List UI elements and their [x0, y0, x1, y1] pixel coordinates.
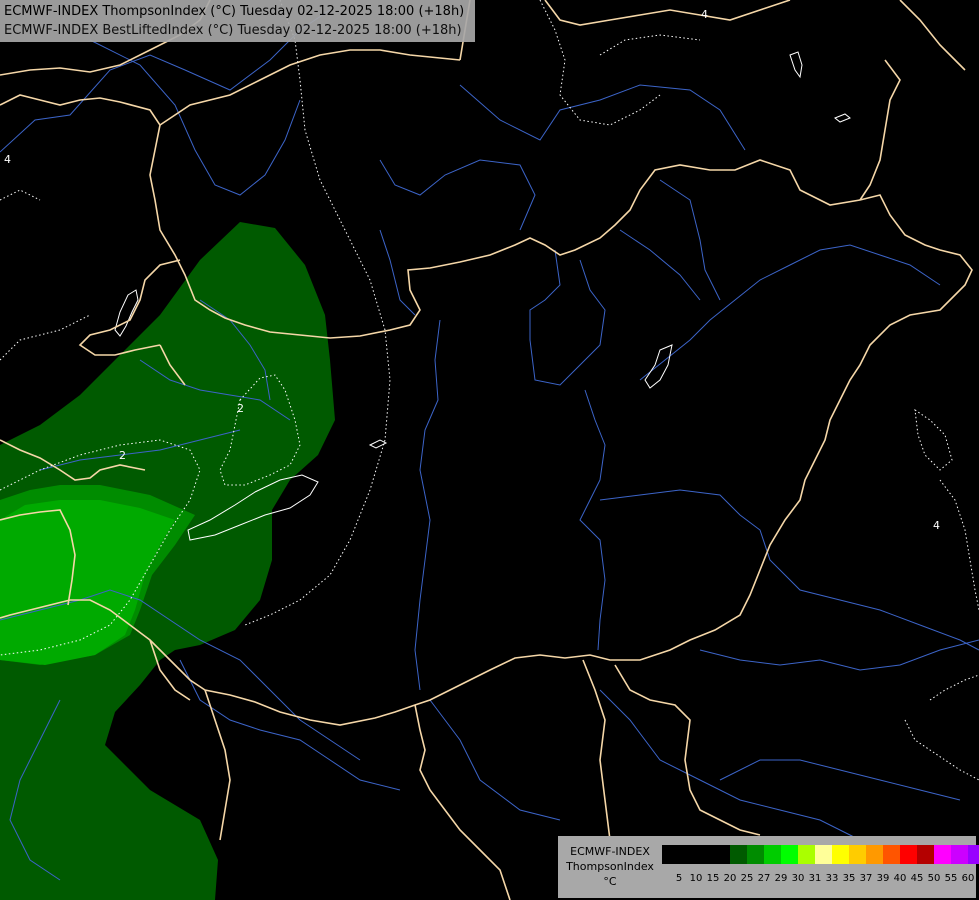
legend-parameter: ThompsonIndex: [566, 860, 654, 873]
legend-tick-label: 45: [910, 873, 924, 884]
contour-label: 4: [4, 153, 11, 166]
map-title-box: ECMWF-INDEX ThompsonIndex (°C) Tuesday 0…: [0, 0, 475, 42]
contour-label: 4: [701, 8, 708, 21]
legend-tick-label: 29: [774, 873, 788, 884]
legend-tick-label: 10: [689, 873, 703, 884]
contour-label: 2: [119, 449, 126, 462]
legend-swatch: [730, 845, 747, 864]
legend-tick-label: 60: [961, 873, 975, 884]
legend-tick-label: 50: [927, 873, 941, 884]
legend-swatch: [917, 845, 934, 864]
legend-tick-label: 5: [675, 873, 683, 884]
legend-swatch: [900, 845, 917, 864]
legend-swatch: [662, 845, 679, 864]
title-thompson-index: ECMWF-INDEX ThompsonIndex (°C) Tuesday 0…: [4, 4, 465, 19]
legend-unit: °C: [603, 875, 617, 888]
legend-swatch: [951, 845, 968, 864]
title-best-lifted-index: ECMWF-INDEX BestLiftedIndex (°C) Tuesday…: [4, 23, 462, 38]
color-legend: ECMWF-INDEX ThompsonIndex °C 5 10 15 20 25 27…: [558, 836, 979, 898]
legend-tick-label: 37: [859, 873, 873, 884]
legend-tick-label: 27: [757, 873, 771, 884]
legend-tick-label: 30: [791, 873, 805, 884]
legend-swatch: [679, 845, 696, 864]
legend-tick-label: 20: [723, 873, 737, 884]
legend-swatch: [849, 845, 866, 864]
legend-tick-label: 15: [706, 873, 720, 884]
legend-tick-label: 35: [842, 873, 856, 884]
legend-swatch: [934, 845, 951, 864]
legend-tick-label: 55: [944, 873, 958, 884]
legend-swatch: [696, 845, 713, 864]
legend-swatch: [747, 845, 764, 864]
legend-swatch: [764, 845, 781, 864]
legend-color-bar: [662, 845, 979, 864]
legend-swatch: [713, 845, 730, 864]
legend-tick-label: 31: [808, 873, 822, 884]
legend-tick-label: 25: [740, 873, 754, 884]
legend-swatch: [968, 845, 979, 864]
legend-swatch: [866, 845, 883, 864]
contour-label: 4: [933, 519, 940, 532]
legend-swatch: [815, 845, 832, 864]
legend-tick-label: 39: [876, 873, 890, 884]
legend-swatch: [832, 845, 849, 864]
contour-label: 2: [237, 402, 244, 415]
legend-tick-label: 33: [825, 873, 839, 884]
legend-swatch: [781, 845, 798, 864]
legend-source: ECMWF-INDEX: [570, 845, 650, 858]
legend-swatch: [883, 845, 900, 864]
weather-map[interactable]: 2 2 4 4 4: [0, 0, 979, 900]
legend-tick-label: 40: [893, 873, 907, 884]
legend-swatch: [798, 845, 815, 864]
